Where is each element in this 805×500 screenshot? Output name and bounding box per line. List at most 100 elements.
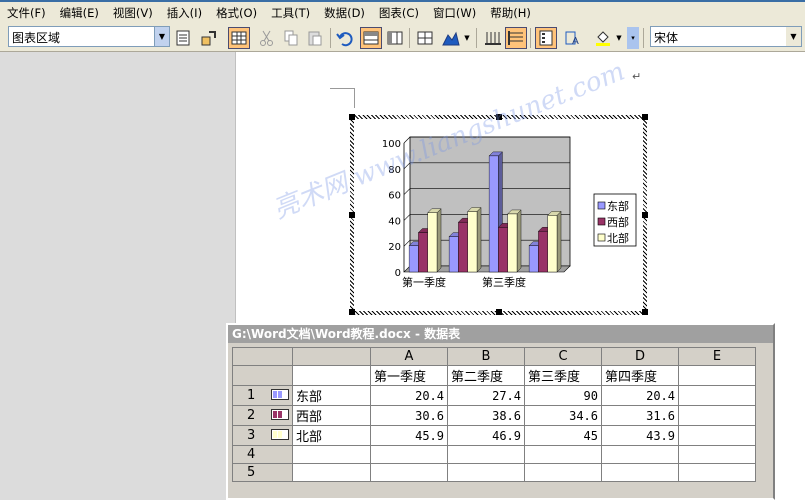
table-row: 4	[232, 445, 756, 464]
cell[interactable]	[524, 463, 602, 482]
menu-chart[interactable]: 图表(C)	[372, 5, 426, 21]
toolbar-options-button[interactable]: ▾	[627, 27, 639, 49]
data-table-button[interactable]	[414, 27, 436, 49]
menu-edit[interactable]: 编辑(E)	[53, 5, 106, 21]
row-header-3[interactable]: 3	[232, 425, 293, 446]
page-corner-mark	[330, 88, 354, 89]
font-combo[interactable]: 宋体 ▼	[650, 26, 802, 47]
series-label-cell[interactable]: 西部	[292, 405, 371, 426]
y-tick-label: 20	[388, 242, 401, 253]
cell[interactable]	[678, 445, 756, 464]
cell[interactable]	[601, 463, 679, 482]
chart-type-dropdown[interactable]: ▼	[462, 27, 472, 49]
category-cell[interactable]: 第一季度	[370, 365, 448, 386]
resize-handle[interactable]	[642, 114, 648, 120]
by-row-button[interactable]	[360, 27, 382, 49]
fill-color-dropdown[interactable]: ▼	[614, 27, 624, 49]
chart-objects-combo[interactable]: 图表区域 ▼	[8, 26, 170, 47]
cell[interactable]	[292, 365, 371, 386]
resize-handle[interactable]	[349, 309, 355, 315]
value-axis-gridlines-button[interactable]	[505, 27, 527, 49]
copy-button[interactable]	[280, 27, 302, 49]
datasheet-grid[interactable]: A B C D E 第一季度 第二季度 第三季度 第四季度 1 东部 20.4 …	[232, 347, 756, 482]
value-cell[interactable]: 45	[524, 425, 602, 446]
row-header-2[interactable]: 2	[232, 405, 293, 426]
column-header-b[interactable]: B	[447, 347, 525, 366]
resize-handle[interactable]	[496, 309, 502, 315]
cell[interactable]	[447, 463, 525, 482]
menu-bar: 文件(F) 编辑(E) 视图(V) 插入(I) 格式(O) 工具(T) 数据(D…	[0, 0, 805, 24]
chevron-down-icon[interactable]: ▼	[786, 27, 801, 46]
chart-area[interactable]: 0 20 40 60 80 100 第一季度 第三季度 东部 西部 北部	[354, 119, 643, 311]
category-cell[interactable]: 第四季度	[601, 365, 679, 386]
format-chart-area-button[interactable]	[172, 27, 194, 49]
cell[interactable]	[678, 405, 756, 426]
menu-tools[interactable]: 工具(T)	[264, 5, 317, 21]
datasheet-window[interactable]: G:\Word文档\Word教程.docx - 数据表 A B C D E 第一…	[226, 323, 775, 500]
cell[interactable]	[370, 463, 448, 482]
value-cell[interactable]: 27.4	[447, 385, 525, 406]
column-header-a[interactable]: A	[370, 347, 448, 366]
cell[interactable]	[524, 445, 602, 464]
bar	[467, 211, 478, 273]
view-datasheet-button[interactable]	[228, 27, 250, 49]
drawing-button[interactable]: A	[562, 27, 584, 49]
menu-insert[interactable]: 插入(I)	[160, 5, 209, 21]
category-cell[interactable]: 第二季度	[447, 365, 525, 386]
row-header-4[interactable]: 4	[232, 445, 293, 464]
cut-button[interactable]	[256, 27, 278, 49]
series-label-cell[interactable]: 北部	[292, 425, 371, 446]
column-header-d[interactable]: D	[601, 347, 679, 366]
cell[interactable]	[292, 445, 371, 464]
value-cell[interactable]: 30.6	[370, 405, 448, 426]
value-cell[interactable]: 20.4	[601, 385, 679, 406]
menu-help[interactable]: 帮助(H)	[483, 5, 538, 21]
import-file-button[interactable]	[198, 27, 220, 49]
resize-handle[interactable]	[496, 114, 502, 120]
menu-view[interactable]: 视图(V)	[106, 5, 160, 21]
chart-object-frame[interactable]: 0 20 40 60 80 100 第一季度 第三季度 东部 西部 北部	[350, 115, 647, 315]
cell[interactable]	[601, 445, 679, 464]
cell[interactable]	[678, 463, 756, 482]
menu-data[interactable]: 数据(D)	[317, 5, 372, 21]
value-cell[interactable]: 20.4	[370, 385, 448, 406]
value-cell[interactable]: 38.6	[447, 405, 525, 426]
menu-window[interactable]: 窗口(W)	[426, 5, 483, 21]
select-all-cell[interactable]	[232, 347, 293, 366]
value-cell[interactable]: 34.6	[524, 405, 602, 426]
value-cell[interactable]: 46.9	[447, 425, 525, 446]
value-cell[interactable]: 43.9	[601, 425, 679, 446]
resize-handle[interactable]	[642, 309, 648, 315]
row-header-5[interactable]: 5	[232, 463, 293, 482]
cell[interactable]	[447, 445, 525, 464]
value-cell[interactable]: 45.9	[370, 425, 448, 446]
column-header-e[interactable]: E	[678, 347, 756, 366]
fill-color-button[interactable]	[592, 27, 614, 49]
resize-handle[interactable]	[642, 212, 648, 218]
series-label-cell[interactable]: 东部	[292, 385, 371, 406]
paste-button[interactable]	[304, 27, 326, 49]
value-cell[interactable]: 31.6	[601, 405, 679, 426]
menu-format[interactable]: 格式(O)	[209, 5, 264, 21]
category-cell[interactable]: 第三季度	[524, 365, 602, 386]
cell[interactable]	[678, 425, 756, 446]
cell[interactable]	[292, 463, 371, 482]
legend-button[interactable]	[535, 27, 557, 49]
chart-svg[interactable]: 0 20 40 60 80 100 第一季度 第三季度 东部西部北部	[354, 119, 643, 311]
category-cell[interactable]	[678, 365, 756, 386]
column-header-c[interactable]: C	[524, 347, 602, 366]
menu-file[interactable]: 文件(F)	[0, 5, 53, 21]
chart-type-button[interactable]	[440, 27, 462, 49]
chevron-down-icon[interactable]: ▼	[154, 27, 169, 46]
cell[interactable]	[370, 445, 448, 464]
row-header-1[interactable]: 1	[232, 385, 293, 406]
undo-button[interactable]	[334, 27, 356, 49]
resize-handle[interactable]	[349, 212, 355, 218]
cell[interactable]	[678, 385, 756, 406]
by-column-button[interactable]	[384, 27, 406, 49]
value-cell[interactable]: 90	[524, 385, 602, 406]
series-icon	[271, 429, 289, 440]
resize-handle[interactable]	[349, 114, 355, 120]
row-header-blank[interactable]	[232, 365, 293, 386]
category-axis-gridlines-button[interactable]	[482, 27, 504, 49]
